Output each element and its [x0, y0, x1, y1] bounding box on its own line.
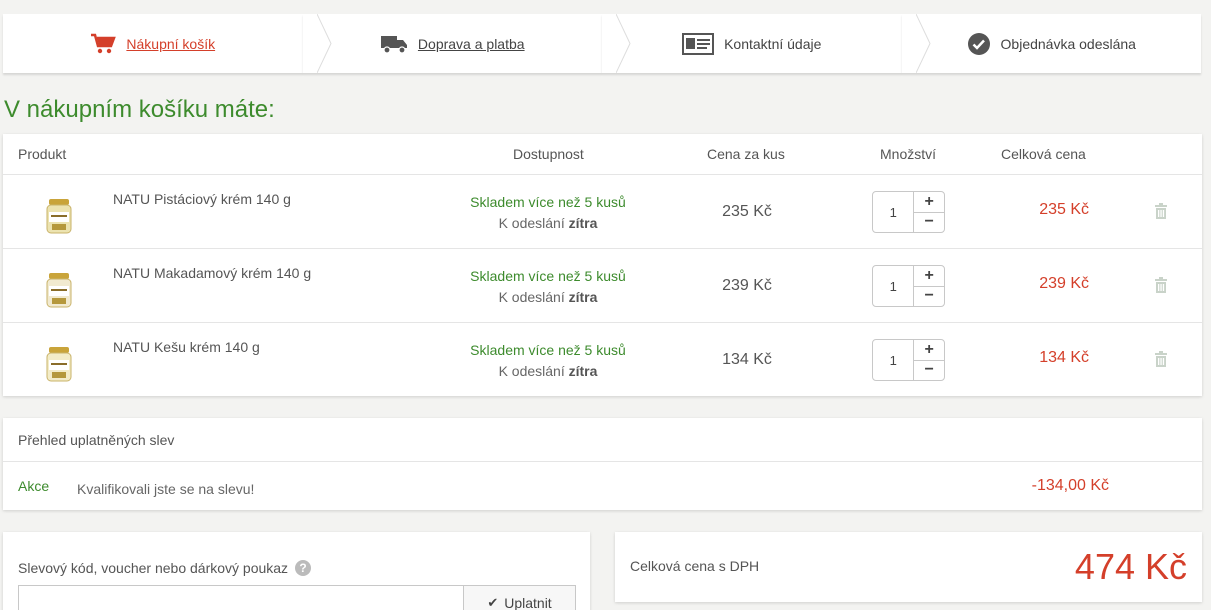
shipping-day: zítra	[568, 363, 598, 379]
apply-voucher-button[interactable]: ✔ Uplatnit	[463, 585, 576, 610]
quantity-increase-button[interactable]: +	[914, 192, 944, 213]
quantity-stepper: 1 + −	[872, 191, 945, 233]
page-title: V nákupním košíku máte:	[4, 96, 275, 123]
shipping-prefix: K odeslání	[498, 289, 565, 305]
shipping-info: K odeslání zítra	[448, 361, 648, 382]
discounts-panel: Přehled uplatněných slev Akce Kvalifikov…	[3, 418, 1202, 510]
summary-label: Celková cena s DPH	[630, 558, 760, 574]
discounts-title: Přehled uplatněných slev	[3, 418, 1202, 462]
cart-row: NATU Makadamový krém 140 g Skladem více …	[3, 249, 1202, 323]
shipping-info: K odeslání zítra	[448, 213, 648, 234]
step-order-sent: Objednávka odeslána	[901, 14, 1201, 73]
stock-status: Skladem více než 5 kusů	[470, 268, 626, 284]
step-label: Kontaktní údaje	[724, 35, 822, 52]
product-name-link[interactable]: NATU Makadamový krém 140 g	[113, 265, 311, 281]
check-circle-icon	[967, 32, 991, 56]
product-thumbnail[interactable]	[41, 345, 77, 383]
trash-icon[interactable]	[1154, 351, 1168, 372]
step-cart[interactable]: Nákupní košík	[3, 14, 332, 73]
contact-card-icon	[682, 32, 715, 55]
trash-icon[interactable]	[1154, 277, 1168, 298]
availability: Skladem více než 5 kusů K odeslání zítra	[448, 340, 648, 382]
checkout-steps: Nákupní košík Doprava a platba Kontaktní…	[3, 14, 1201, 73]
help-icon[interactable]: ?	[295, 560, 312, 576]
discount-label: Akce	[18, 478, 50, 494]
quantity-input[interactable]: 1	[873, 266, 913, 306]
col-total: Celková cena	[1001, 146, 1086, 162]
quantity-decrease-button[interactable]: −	[914, 361, 944, 381]
unit-price: 134 Kč	[722, 351, 772, 368]
quantity-stepper: 1 + −	[872, 339, 945, 381]
shipping-day: zítra	[568, 215, 598, 231]
product-thumbnail[interactable]	[41, 197, 77, 235]
discount-row: Akce Kvalifikovali jste se na slevu! -13…	[3, 462, 1202, 509]
col-unit-price: Cena za kus	[707, 146, 785, 162]
voucher-label: Slevový kód, voucher nebo dárkový poukaz…	[18, 560, 312, 576]
quantity-increase-button[interactable]: +	[914, 340, 944, 361]
shipping-info: K odeslání zítra	[448, 287, 648, 308]
quantity-stepper: 1 + −	[872, 265, 945, 307]
voucher-panel: Slevový kód, voucher nebo dárkový poukaz…	[3, 532, 590, 610]
shipping-prefix: K odeslání	[498, 363, 565, 379]
apply-voucher-label: Uplatnit	[504, 595, 552, 610]
step-contact: Kontaktní údaje	[602, 14, 931, 73]
voucher-input[interactable]	[18, 585, 463, 610]
step-label: Nákupní košík	[126, 35, 216, 52]
summary-total: 474 Kč	[1074, 546, 1187, 587]
quantity-input[interactable]: 1	[873, 192, 913, 232]
quantity-input[interactable]: 1	[873, 340, 913, 380]
quantity-decrease-button[interactable]: −	[914, 213, 944, 233]
availability: Skladem více než 5 kusů K odeslání zítra	[448, 192, 648, 234]
col-availability: Dostupnost	[513, 146, 584, 162]
voucher-label-text: Slevový kód, voucher nebo dárkový poukaz	[18, 560, 289, 576]
step-shipping[interactable]: Doprava a platba	[302, 14, 631, 73]
step-label: Doprava a platba	[417, 35, 525, 52]
step-label: Objednávka odeslána	[1000, 35, 1136, 52]
cart-table-header: Produkt Dostupnost Cena za kus Množství …	[3, 134, 1202, 175]
stock-status: Skladem více než 5 kusů	[470, 342, 626, 358]
cart-row: NATU Kešu krém 140 g Skladem více než 5 …	[3, 323, 1202, 397]
cart-row: NATU Pistáciový krém 140 g Skladem více …	[3, 175, 1202, 249]
stock-status: Skladem více než 5 kusů	[470, 194, 626, 210]
product-thumbnail[interactable]	[41, 271, 77, 309]
shipping-day: zítra	[568, 289, 598, 305]
row-total-price: 239 Kč	[1039, 275, 1089, 292]
row-total-price: 235 Kč	[1039, 201, 1089, 218]
col-product: Produkt	[18, 146, 67, 162]
product-name-link[interactable]: NATU Pistáciový krém 140 g	[113, 191, 291, 207]
quantity-increase-button[interactable]: +	[914, 266, 944, 287]
cart-table: Produkt Dostupnost Cena za kus Množství …	[3, 134, 1202, 396]
availability: Skladem více než 5 kusů K odeslání zítra	[448, 266, 648, 308]
product-name-link[interactable]: NATU Kešu krém 140 g	[113, 339, 260, 355]
truck-icon	[380, 34, 408, 54]
summary-panel: Celková cena s DPH 474 Kč	[615, 532, 1202, 602]
unit-price: 235 Kč	[722, 203, 772, 220]
quantity-decrease-button[interactable]: −	[914, 287, 944, 307]
discount-amount: -134,00 Kč	[1031, 477, 1109, 494]
unit-price: 239 Kč	[722, 277, 772, 294]
row-total-price: 134 Kč	[1039, 349, 1089, 366]
cart-icon	[90, 33, 117, 55]
checkmark-icon: ✔	[487, 595, 499, 610]
trash-icon[interactable]	[1154, 203, 1168, 224]
discount-text: Kvalifikovali jste se na slevu!	[77, 481, 255, 497]
col-quantity: Množství	[880, 146, 937, 162]
shipping-prefix: K odeslání	[498, 215, 565, 231]
